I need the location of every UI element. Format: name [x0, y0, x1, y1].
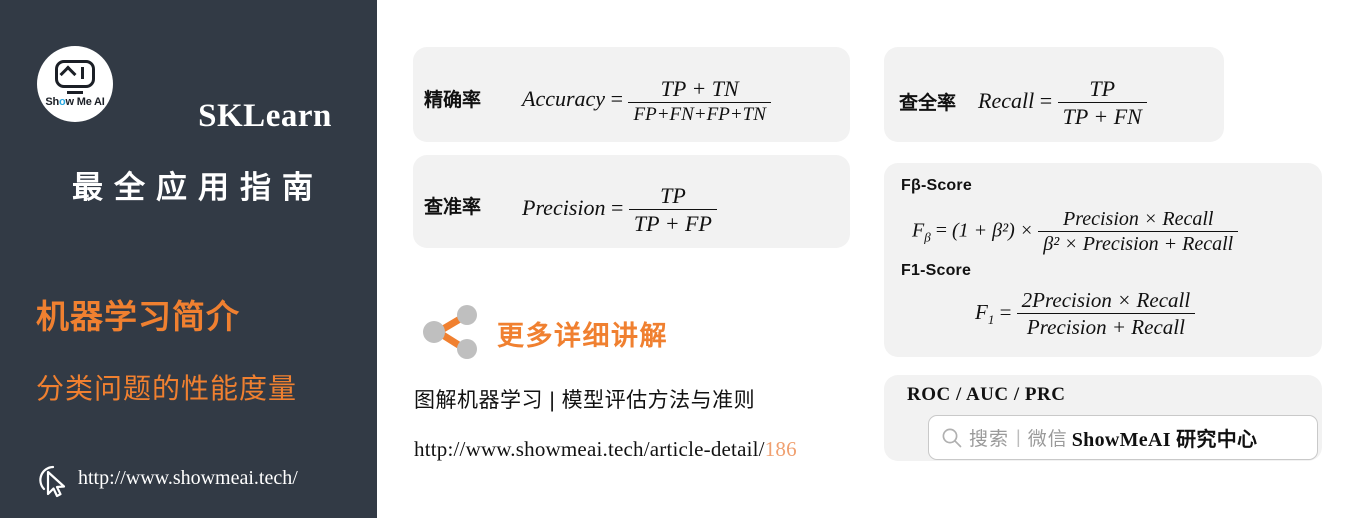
search-separator: |	[1016, 427, 1021, 447]
precision-formula: Precision = TP TP + FP	[522, 183, 717, 237]
article-url[interactable]: http://www.showmeai.tech/article-detail/…	[414, 437, 797, 462]
fbeta-equals: =	[935, 219, 947, 242]
watermark-text: ShowMeAI	[1162, 0, 1230, 285]
precision-numerator: TP	[660, 183, 686, 208]
bar-glyph-icon	[81, 67, 84, 79]
guide-title: 最全应用指南	[72, 170, 324, 205]
search-brand-name: ShowMeAI 研究中心	[1071, 429, 1258, 451]
wechat-search-bar[interactable]: 搜索 | 微信 ShowMeAI 研究中心	[928, 415, 1318, 460]
footer-url[interactable]: http://www.showmeai.tech/	[78, 467, 298, 490]
recall-numerator: TP	[1089, 76, 1116, 101]
accuracy-label: 精确率	[424, 90, 482, 111]
search-channel-label: 微信	[1027, 429, 1068, 450]
accuracy-formula: Accuracy = TP + TN FP+FN+FP+TN	[522, 76, 771, 126]
accuracy-numerator: TP + TN	[660, 76, 739, 101]
roc-auc-prc-label: ROC / AUC / PRC	[907, 384, 1066, 405]
f1-lhs: F	[975, 299, 988, 324]
recall-name: Recall	[978, 88, 1035, 114]
fbeta-factor: (1 + β²) ×	[951, 219, 1034, 242]
search-placeholder-text: 搜索	[969, 429, 1010, 450]
precision-name: Precision	[522, 195, 606, 221]
logo-neck-icon	[67, 91, 83, 94]
accuracy-equals: =	[610, 86, 623, 112]
f1-section-label: F1-Score	[901, 262, 972, 279]
accuracy-fraction: TP + TN FP+FN+FP+TN	[628, 76, 771, 126]
f1-equals: =	[999, 299, 1012, 324]
showmeai-watermark: ShowMeAI	[1160, 25, 1232, 285]
precision-equals: =	[611, 195, 624, 221]
f1-denominator: Precision + Recall	[1016, 313, 1196, 340]
f1-lhs-sub: 1	[987, 312, 995, 327]
topic-title: 机器学习简介	[36, 298, 240, 335]
search-icon	[942, 428, 962, 447]
topic-subtitle: 分类问题的性能度量	[36, 373, 298, 404]
precision-label: 查准率	[424, 197, 482, 218]
product-title: SKLearn	[198, 98, 332, 134]
recall-fraction: TP TP + FN	[1057, 76, 1147, 130]
recall-equals: =	[1039, 88, 1053, 114]
article-url-id: 186	[764, 437, 797, 461]
logo-wordmark: Show Me AI	[45, 96, 105, 108]
cursor-pointer-icon	[39, 465, 66, 498]
f1-fraction: 2Precision × Recall Precision + Recall	[1016, 288, 1196, 340]
fbeta-lhs-sub: β	[924, 229, 931, 245]
precision-fraction: TP TP + FP	[628, 183, 717, 237]
recall-formula: Recall = TP TP + FN	[978, 76, 1147, 130]
accuracy-denominator: FP+FN+FP+TN	[628, 102, 771, 126]
slide-canvas: Show Me AI SKLearn 最全应用指南 机器学习简介 分类问题的性能…	[0, 0, 1361, 518]
recall-label: 查全率	[899, 93, 957, 114]
share-nodes-icon	[423, 305, 477, 359]
show-me-ai-logo: Show Me AI	[37, 46, 113, 122]
f1-numerator: 2Precision × Recall	[1021, 288, 1191, 312]
more-detail-text: 更多详细讲解	[497, 321, 668, 351]
article-url-base: http://www.showmeai.tech/article-detail/	[414, 437, 765, 461]
accuracy-name: Accuracy	[522, 86, 606, 112]
f1-formula: F1 = 2Precision × Recall Precision + Rec…	[975, 288, 1196, 340]
logo-mark	[37, 46, 113, 122]
fbeta-lhs: F	[912, 219, 925, 242]
precision-denominator: TP + FP	[628, 209, 717, 237]
recall-denominator: TP + FN	[1057, 102, 1147, 130]
left-title-panel: Show Me AI SKLearn 最全应用指南 机器学习简介 分类问题的性能…	[0, 0, 377, 518]
article-title: 图解机器学习 | 模型评估方法与准则	[414, 389, 756, 412]
fbeta-section-label: Fβ-Score	[901, 177, 972, 194]
